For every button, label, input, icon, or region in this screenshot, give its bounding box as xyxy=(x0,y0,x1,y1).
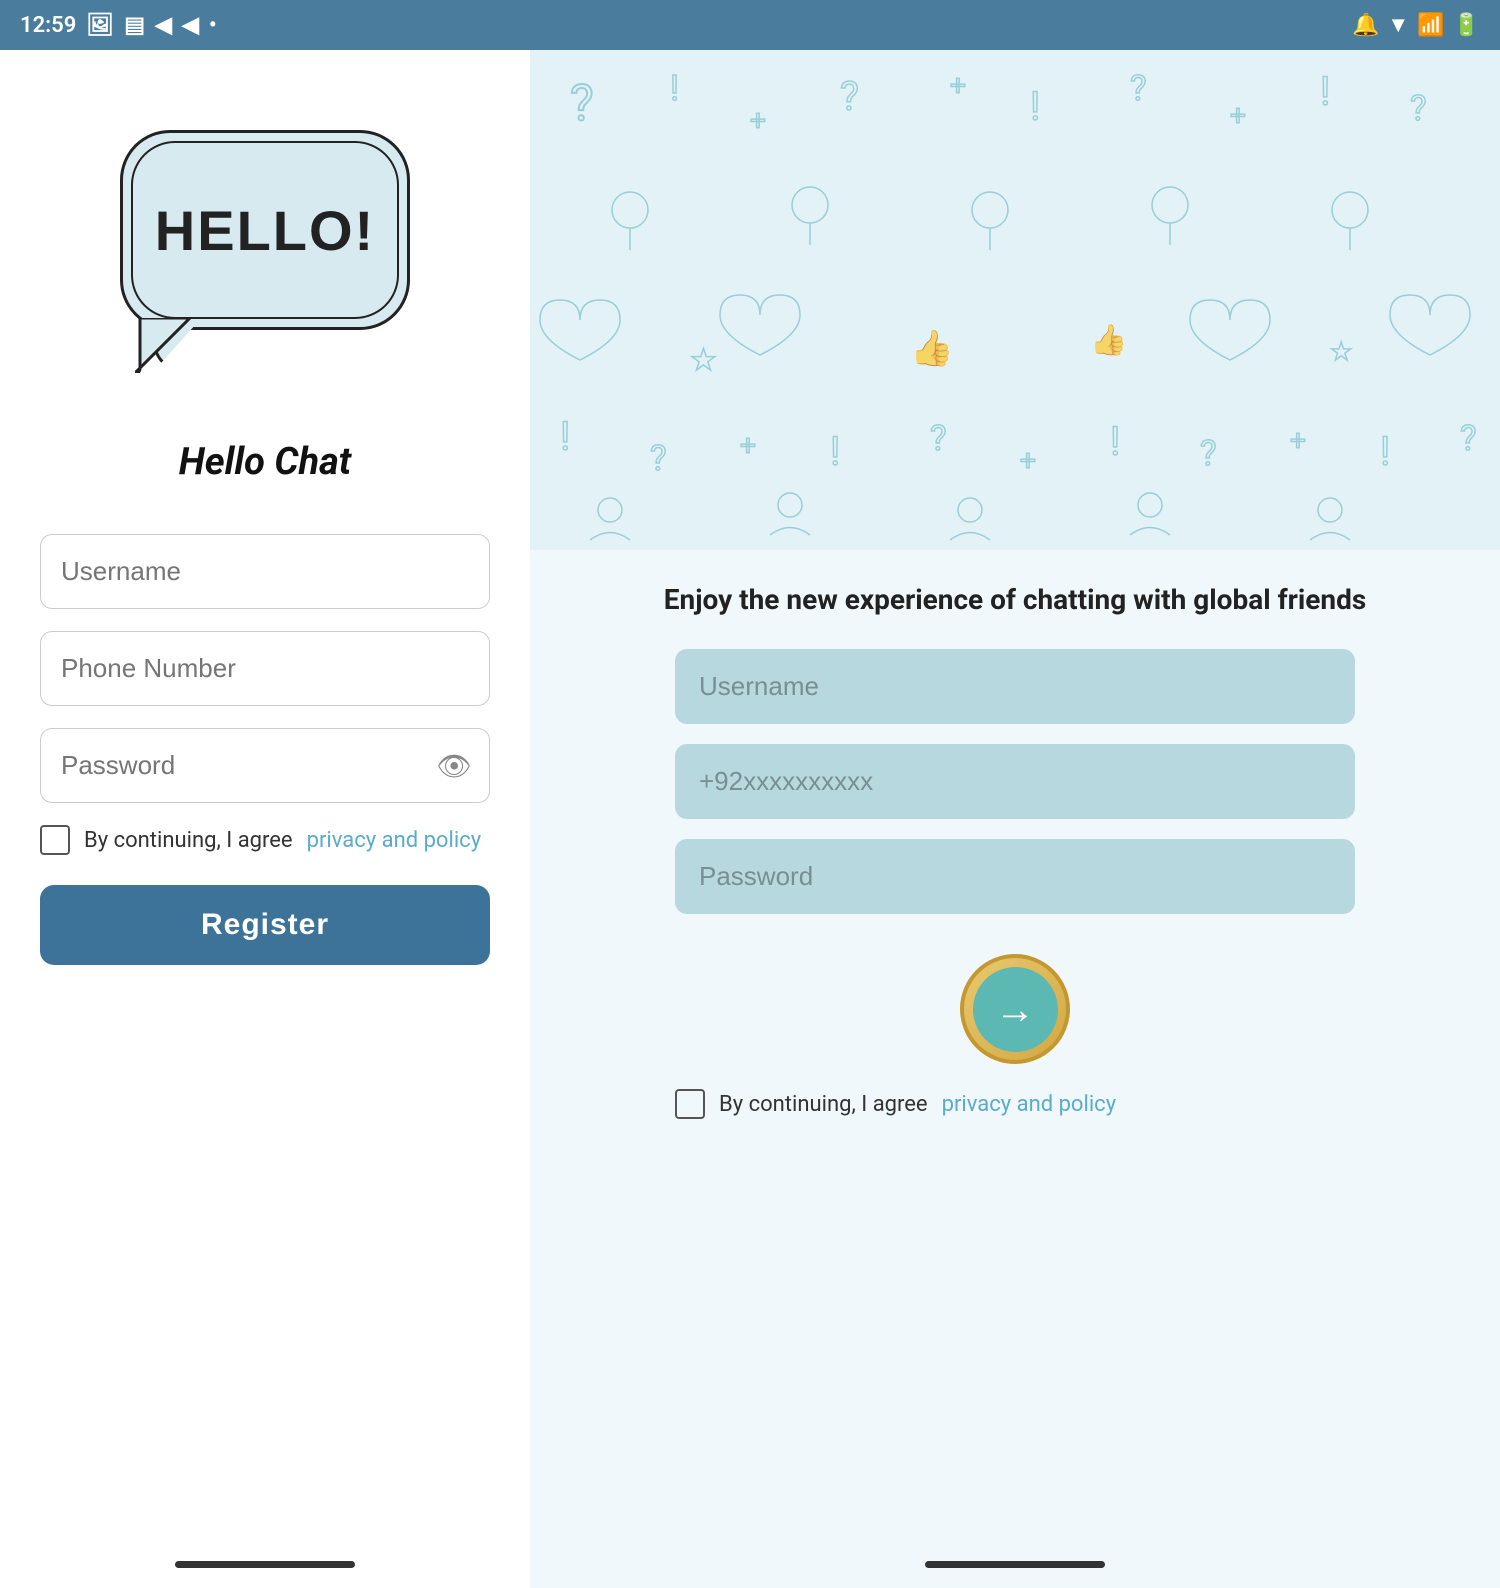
svg-text:!: ! xyxy=(1320,68,1330,115)
checkbox-label: By continuing, I agree xyxy=(84,828,293,853)
mute-icon: 🔔 xyxy=(1352,13,1379,38)
svg-text:?: ? xyxy=(1130,68,1147,109)
right-tagline: Enjoy the new experience of chatting wit… xyxy=(664,580,1366,619)
svg-text:+: + xyxy=(740,429,756,462)
dot-icon: • xyxy=(209,13,217,38)
speech-bubble-inner: HELLO! xyxy=(131,141,399,319)
svg-text:+: + xyxy=(1290,424,1306,457)
photo-icon: 🖼 xyxy=(86,13,114,38)
bubble-tail xyxy=(135,318,195,373)
svg-text:+: + xyxy=(1230,99,1246,132)
submit-button[interactable]: → xyxy=(960,954,1070,1064)
svg-text:★: ★ xyxy=(1330,338,1352,367)
svg-text:?: ? xyxy=(1460,418,1477,459)
agree-checkbox[interactable] xyxy=(40,825,70,855)
right-password-input[interactable] xyxy=(675,839,1355,914)
menu-icon: ▤ xyxy=(124,13,145,38)
battery-icon: 🔋 xyxy=(1453,13,1480,38)
svg-text:?: ? xyxy=(570,75,594,133)
privacy-link[interactable]: privacy and policy xyxy=(307,828,482,853)
svg-text:?: ? xyxy=(840,73,859,120)
status-left: 12:59 🖼 ▤ ◀ ◀ • xyxy=(20,13,217,38)
svg-text:!: ! xyxy=(1380,428,1390,475)
right-panel: ? ! + ? + ! ? + ! ? xyxy=(530,50,1500,1588)
send2-icon: ◀ xyxy=(182,13,199,38)
svg-text:!: ! xyxy=(1110,418,1120,465)
checkbox-row: By continuing, I agree privacy and polic… xyxy=(40,825,490,855)
svg-text:★: ★ xyxy=(690,343,717,378)
right-checkbox-label: By continuing, I agree xyxy=(719,1092,928,1117)
status-right: 🔔 ▼ 📶 🔋 xyxy=(1352,12,1480,38)
status-time: 12:59 xyxy=(20,13,76,38)
nav-bar-left xyxy=(175,1561,355,1568)
password-input[interactable] xyxy=(40,728,490,803)
password-container: 👁 xyxy=(40,728,490,803)
svg-text:+: + xyxy=(950,69,966,102)
app-title: Hello Chat xyxy=(179,440,352,484)
wifi-icon: ▼ xyxy=(1387,12,1409,38)
arrow-right-icon: → xyxy=(995,986,1035,1033)
status-bar: 12:59 🖼 ▤ ◀ ◀ • 🔔 ▼ 📶 🔋 xyxy=(0,0,1500,50)
username-input[interactable] xyxy=(40,534,490,609)
right-username-input[interactable] xyxy=(675,649,1355,724)
logo-container: HELLO! xyxy=(105,110,425,390)
svg-text:!: ! xyxy=(670,68,679,109)
register-button[interactable]: Register xyxy=(40,885,490,965)
svg-text:?: ? xyxy=(930,418,947,459)
right-phone-input[interactable] xyxy=(675,744,1355,819)
left-panel: HELLO! Hello Chat 👁 By continuing, I agr… xyxy=(0,50,530,1588)
svg-text:+: + xyxy=(1020,444,1036,477)
svg-text:👍: 👍 xyxy=(1090,322,1127,358)
right-privacy-link[interactable]: privacy and policy xyxy=(942,1092,1117,1117)
svg-text:?: ? xyxy=(650,438,667,479)
hello-text: HELLO! xyxy=(155,198,375,263)
svg-text:!: ! xyxy=(830,428,840,475)
right-agree-checkbox[interactable] xyxy=(675,1089,705,1119)
send-icon: ◀ xyxy=(155,13,172,38)
phone-input[interactable] xyxy=(40,631,490,706)
signal-icon: 📶 xyxy=(1417,13,1444,38)
background-pattern: ? ! + ? + ! ? + ! ? xyxy=(530,50,1500,550)
pattern-area: ? ! + ? + ! ? + ! ? xyxy=(530,50,1500,550)
eye-icon[interactable]: 👁 xyxy=(436,749,472,782)
main-content: HELLO! Hello Chat 👁 By continuing, I agr… xyxy=(0,50,1500,1588)
svg-text:+: + xyxy=(750,104,766,137)
svg-text:?: ? xyxy=(1200,433,1217,474)
svg-text:?: ? xyxy=(1410,88,1427,129)
submit-circle-inner: → xyxy=(973,967,1058,1052)
svg-text:👍: 👍 xyxy=(910,328,954,369)
right-form-content: Enjoy the new experience of chatting wit… xyxy=(530,550,1500,1169)
svg-text:!: ! xyxy=(560,413,570,460)
speech-bubble: HELLO! xyxy=(120,130,410,330)
right-checkbox-row: By continuing, I agree privacy and polic… xyxy=(675,1089,1355,1119)
nav-bar-right xyxy=(925,1561,1105,1568)
svg-text:!: ! xyxy=(1030,83,1040,130)
